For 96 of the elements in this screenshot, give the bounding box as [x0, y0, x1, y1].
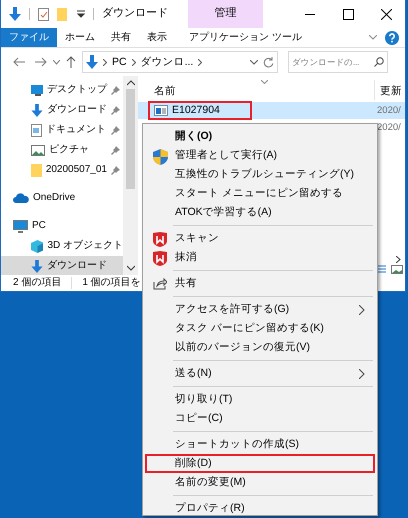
menu-item[interactable]: 互換性のトラブルシューティング(Y) [145, 165, 375, 184]
status-text: 1 個の項目を [82, 277, 141, 289]
up-arrow-icon[interactable] [66, 56, 76, 68]
menu-item[interactable]: 共有 [145, 274, 375, 293]
scroll-right-icon[interactable] [396, 256, 401, 263]
search-icon [374, 57, 384, 67]
pin-icon[interactable] [111, 166, 120, 174]
sidebar-item[interactable]: ダウンロード [1, 100, 123, 120]
file-item[interactable]: E1027904 [148, 101, 252, 120]
menu-item[interactable]: コピー(C) [145, 409, 375, 428]
sidebar-label: PC [32, 220, 46, 232]
sidebar-item[interactable]: OneDrive [1, 188, 123, 208]
pin-icon[interactable] [111, 146, 120, 154]
refresh-icon[interactable] [263, 56, 274, 68]
menu-item[interactable]: 抹消 [145, 248, 375, 267]
breadcrumb-item[interactable]: ダウンロ... [140, 56, 194, 68]
ribbon-tab[interactable]: 表示 [139, 28, 175, 47]
menu-item[interactable]: ATOKで学習する(A) [145, 203, 375, 222]
column-header[interactable]: 名前 [154, 85, 176, 98]
chevron-right-icon [198, 58, 202, 66]
address-bar[interactable]: PC ダウンロ... [82, 51, 278, 73]
column-header[interactable]: 更新 [380, 85, 402, 98]
pin-icon[interactable] [111, 106, 120, 114]
chevron-down-icon[interactable] [53, 60, 60, 64]
menu-item[interactable]: スキャン [145, 229, 375, 248]
desktop-icon [31, 84, 43, 96]
scrollbar-thumb[interactable] [126, 89, 135, 189]
ribbon-tab[interactable]: アプリケーション ツール [181, 28, 310, 47]
menu-item[interactable]: スタート メニューにピン留めする [145, 184, 375, 203]
window-title: ダウンロード [102, 7, 168, 21]
menu-item[interactable]: 以前のバージョンの復元(V) [145, 338, 375, 357]
chevron-right-icon [132, 58, 136, 66]
sidebar-item[interactable]: ダウンロード [1, 256, 123, 275]
download-arrow-icon [86, 55, 98, 69]
shield-icon [153, 232, 167, 247]
caret-icon[interactable] [77, 10, 85, 18]
help-icon[interactable] [385, 30, 399, 44]
cube-icon [31, 240, 44, 252]
share-icon [153, 277, 167, 290]
menu-item[interactable]: 開く(O) [145, 127, 375, 146]
cloud-icon [13, 193, 29, 203]
chevron-down-icon[interactable] [250, 60, 258, 64]
document-icon [31, 124, 42, 136]
pin-icon[interactable] [111, 86, 120, 94]
menu-item[interactable]: 管理者として実行(A) [145, 146, 375, 165]
menu-item[interactable]: アクセスを許可する(G) [145, 300, 375, 319]
sidebar-label: ピクチャ [49, 144, 89, 156]
status-text: 2 個の項目 [13, 277, 62, 289]
ribbon-tab[interactable]: 共有 [103, 28, 139, 47]
menu-item[interactable]: 名前の変更(M) [145, 473, 375, 492]
menu-item[interactable]: 切り取り(T) [145, 390, 375, 409]
menu-item[interactable]: タスク バーにピン留めする(K) [145, 319, 375, 338]
sidebar-item[interactable]: 20200507_01 [1, 160, 123, 180]
close-icon[interactable] [380, 8, 392, 20]
chevron-down-icon[interactable] [369, 35, 377, 40]
context-tab-header: 管理 [188, 0, 263, 28]
scroll-up-icon[interactable] [126, 80, 134, 86]
sidebar-label: 20200507_01 [46, 164, 107, 176]
download-arrow-icon[interactable] [9, 7, 21, 21]
menu-item[interactable]: 削除(D) [145, 454, 375, 473]
maximize-icon[interactable] [342, 8, 354, 20]
pc-icon [13, 220, 28, 232]
sort-caret-icon[interactable] [261, 80, 268, 84]
sidebar-label: ドキュメント [46, 124, 106, 136]
ribbon-tab[interactable]: ホーム [57, 28, 103, 47]
back-arrow-icon[interactable] [13, 57, 25, 67]
properties-icon[interactable] [38, 8, 49, 20]
sidebar-label: ダウンロード [47, 104, 107, 116]
sidebar-item[interactable]: デスクトップ [1, 80, 123, 100]
sidebar-label: デスクトップ [47, 84, 107, 96]
application-icon [154, 105, 168, 116]
sidebar-item[interactable]: PC [1, 216, 123, 236]
sidebar-item[interactable]: ドキュメント [1, 120, 123, 140]
shield-icon [153, 251, 167, 266]
sidebar-label: OneDrive [33, 192, 76, 204]
menu-item[interactable]: ショートカットの作成(S) [145, 435, 375, 454]
download-icon [31, 260, 43, 272]
forward-arrow-icon[interactable] [35, 57, 47, 67]
file-date: 2020/ [377, 104, 401, 116]
sidebar-label: ダウンロード [47, 260, 107, 272]
sidebar-item[interactable]: ピクチャ [1, 140, 123, 160]
folder-icon [31, 164, 42, 176]
ribbon-tab[interactable]: ファイル [1, 28, 57, 47]
menu-item[interactable]: プロパティ(R) [145, 499, 375, 518]
pin-icon[interactable] [111, 126, 120, 134]
download-icon [31, 104, 43, 116]
chevron-right-icon [103, 58, 107, 66]
sidebar-label: 3D オブジェクト [47, 240, 123, 252]
picture-icon [31, 144, 45, 156]
breadcrumb-item[interactable]: PC [112, 56, 127, 68]
menu-item[interactable]: 送る(N) [145, 364, 375, 383]
sidebar-item[interactable]: 3D オブジェクト [1, 236, 123, 256]
scroll-down-icon[interactable] [126, 265, 134, 271]
shield-icon [153, 149, 168, 165]
file-name: E1027904 [172, 104, 220, 117]
search-field[interactable]: ダウンロードの... [288, 51, 388, 73]
